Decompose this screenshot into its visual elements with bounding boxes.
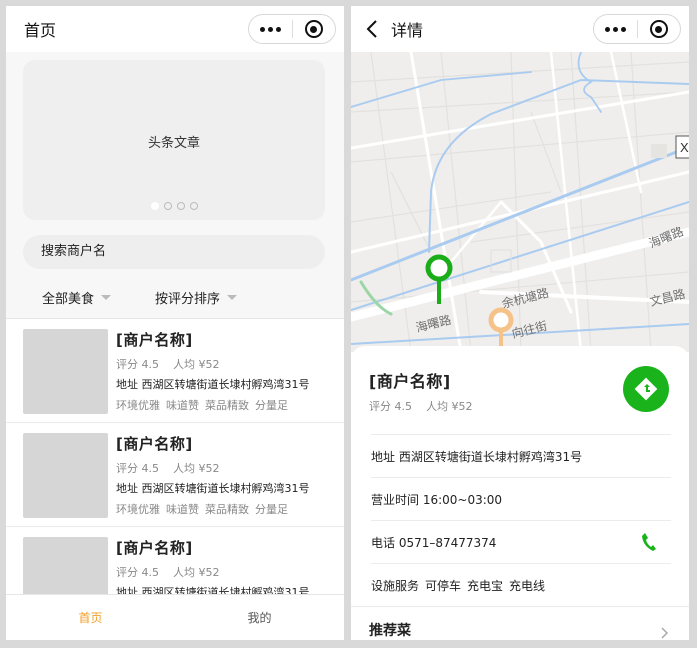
mini-program-capsule <box>593 14 681 44</box>
merchant-tag: 环境优雅 <box>116 399 160 412</box>
merchant-tag: 环境优雅 <box>116 503 160 516</box>
detail-address: 地址 西湖区转塘街道长埭村孵鸡湾31号 <box>371 449 583 464</box>
merchant-tags: 环境优雅 味道赞 菜品精致 分量足 <box>116 397 288 413</box>
divider <box>371 520 671 521</box>
detail-facilities-row: 设施服务 可停车 充电宝 充电线 <box>371 565 671 605</box>
list-item[interactable]: [商户名称] 评分 4.5 人均 ¥52 地址 西湖区转塘街道长埭村孵鸡湾31号… <box>6 423 344 527</box>
banner-indicator-dot[interactable] <box>150 202 159 210</box>
home-screen: 首页 头条文章 搜索商户名 全部美食 按评分排序 [商户名称] 评分 4.5 人… <box>6 6 344 640</box>
merchant-avg-price: 人均 ¥52 <box>173 462 220 475</box>
merchant-tag: 味道赞 <box>166 503 199 516</box>
facility-item: 充电线 <box>509 578 546 593</box>
recommend-heading[interactable]: 推荐菜 <box>369 620 411 640</box>
merchant-tag: 分量足 <box>255 399 288 412</box>
more-dots-icon <box>260 26 281 32</box>
detail-hours-row: 营业时间 16:00~03:00 <box>371 479 671 519</box>
filter-category-label: 全部美食 <box>42 292 95 307</box>
search-input[interactable]: 搜索商户名 <box>23 235 325 269</box>
map-close-glyph: X <box>680 140 689 155</box>
merchant-tag: 分量足 <box>255 503 288 516</box>
merchant-tag: 菜品精致 <box>205 503 249 516</box>
banner-text: 头条文章 <box>147 136 200 151</box>
merchant-tags: 环境优雅 味道赞 菜品精致 分量足 <box>116 501 288 517</box>
chevron-right-icon[interactable] <box>661 624 669 640</box>
back-chevron-icon[interactable] <box>361 18 383 40</box>
merchant-avg-price: 人均 ¥52 <box>173 358 220 371</box>
merchant-rating: 评分 4.5 <box>116 358 159 371</box>
merchant-rating: 评分 4.5 <box>116 566 159 579</box>
more-dots-icon <box>605 26 626 32</box>
banner-indicator-dot[interactable] <box>189 202 198 210</box>
detail-header: 详情 <box>351 6 689 52</box>
map-view[interactable]: 海曙路 余杭塘路 向往街 文昌路 海曙路 X <box>351 52 689 352</box>
divider <box>371 477 671 478</box>
divider <box>351 606 689 607</box>
merchant-meta: 评分 4.5 人均 ¥52 <box>116 564 220 580</box>
banner-indicator-dot[interactable] <box>163 202 172 210</box>
merchant-name: [商户名称] <box>116 331 193 349</box>
facility-item: 可停车 <box>425 578 462 593</box>
merchant-thumbnail <box>23 433 108 518</box>
page-title: 详情 <box>391 21 424 40</box>
filter-bar: 全部美食 按评分排序 <box>6 282 344 312</box>
tab-bar: 首页 我的 <box>6 594 344 640</box>
merchant-name: [商户名称] <box>369 372 451 391</box>
page-title: 首页 <box>24 21 57 40</box>
detail-phone-row[interactable]: 电话 0571–87477374 <box>371 522 671 562</box>
filter-sort-label: 按评分排序 <box>155 292 221 307</box>
merchant-address: 地址 西湖区转塘街道长埭村孵鸡湾31号 <box>116 482 310 495</box>
merchant-name: [商户名称] <box>116 435 193 453</box>
tab-home[interactable]: 首页 <box>6 595 175 640</box>
facility-item: 充电宝 <box>467 578 504 593</box>
detail-address-row: 地址 西湖区转塘街道长埭村孵鸡湾31号 <box>371 436 671 476</box>
merchant-meta: 评分 4.5 人均 ¥52 <box>116 356 220 372</box>
detail-screen: 详情 海曙路 余杭塘路 向往街 文昌路 海曙路 X [商户名称] 评分 4.5 … <box>351 6 689 640</box>
merchant-meta: 评分 4.5 人均 ¥52 <box>116 460 220 476</box>
navigate-button[interactable] <box>623 366 669 412</box>
target-circle-icon <box>304 20 323 38</box>
merchant-rating: 评分 4.5 <box>116 462 159 475</box>
close-mini-program-button[interactable] <box>638 15 680 43</box>
banner-indicators <box>23 202 325 210</box>
merchant-name: [商户名称] <box>116 539 193 557</box>
list-item[interactable]: [商户名称] 评分 4.5 人均 ¥52 地址 西湖区转塘街道长埭村孵鸡湾31号… <box>6 319 344 423</box>
merchant-avg-price: 人均 ¥52 <box>173 566 220 579</box>
more-button[interactable] <box>249 15 292 43</box>
detail-sheet: [商户名称] 评分 4.5 人均 ¥52 地址 西湖区转塘街道长埭村孵鸡湾31号… <box>351 346 689 640</box>
phone-icon[interactable] <box>641 532 657 555</box>
navigation-arrow-icon <box>634 377 658 401</box>
map-canvas: 海曙路 余杭塘路 向往街 文昌路 海曙路 X <box>351 52 689 352</box>
merchant-meta: 评分 4.5 人均 ¥52 <box>369 398 473 414</box>
merchant-tag: 菜品精致 <box>205 399 249 412</box>
merchant-list: [商户名称] 评分 4.5 人均 ¥52 地址 西湖区转塘街道长埭村孵鸡湾31号… <box>6 319 344 631</box>
home-header: 首页 <box>6 6 344 52</box>
mini-program-capsule <box>248 14 336 44</box>
banner-indicator-dot[interactable] <box>176 202 185 210</box>
merchant-avg-price: 人均 ¥52 <box>426 400 473 413</box>
target-circle-icon <box>649 20 668 38</box>
merchant-thumbnail <box>23 329 108 414</box>
divider <box>371 563 671 564</box>
tab-mine[interactable]: 我的 <box>175 595 344 640</box>
merchant-rating: 评分 4.5 <box>369 400 412 413</box>
caret-down-icon <box>227 295 238 300</box>
caret-down-icon <box>101 295 112 300</box>
close-mini-program-button[interactable] <box>293 15 335 43</box>
filter-sort[interactable]: 按评分排序 <box>155 288 238 307</box>
headline-banner[interactable]: 头条文章 <box>23 60 325 220</box>
facilities-list: 可停车 充电宝 充电线 <box>425 577 545 594</box>
merchant-address: 地址 西湖区转塘街道长埭村孵鸡湾31号 <box>116 378 310 391</box>
detail-phone: 电话 0571–87477374 <box>371 535 497 550</box>
more-button[interactable] <box>594 15 637 43</box>
facilities-label: 设施服务 <box>371 578 420 593</box>
merchant-tag: 味道赞 <box>166 399 199 412</box>
filter-category[interactable]: 全部美食 <box>42 288 112 307</box>
divider <box>371 434 671 435</box>
detail-hours: 营业时间 16:00~03:00 <box>371 492 503 507</box>
